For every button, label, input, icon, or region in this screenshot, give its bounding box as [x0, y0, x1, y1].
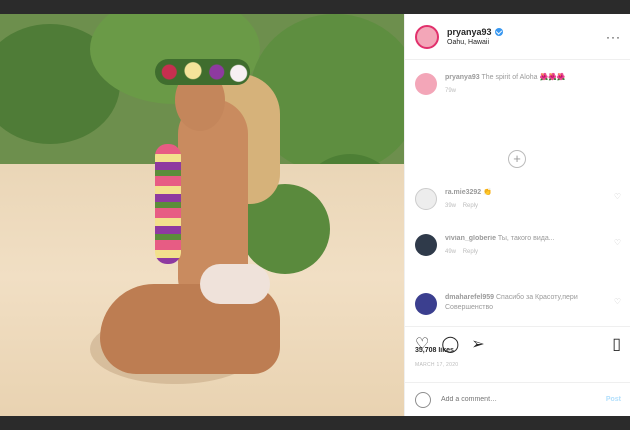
action-bar: ♡ ◯ ➢ ▯ [405, 326, 630, 362]
comment-body: dmaharefel959 Спасибо за Красоту,пери Со… [445, 293, 614, 315]
author-info: pryanya93 Oahu, Hawaii [447, 27, 606, 46]
avatar[interactable] [415, 188, 437, 210]
comment-text: ra.mie3292 👏 [445, 188, 614, 198]
caption-row: pryanya93 The spirit of Aloha 🌺🌺🌺 79w [405, 73, 630, 95]
reply-link[interactable]: Reply [463, 249, 478, 255]
comment-row: ra.mie3292 👏 39w Reply ♡ [405, 188, 630, 210]
comment-like-icon[interactable]: ♡ [614, 238, 621, 256]
likes-count[interactable]: 35,708 likes [415, 347, 454, 354]
comment-username[interactable]: ra.mie3292 [445, 189, 481, 196]
comment-username[interactable]: dmaharefel959 [445, 294, 494, 301]
caption-time: 79w [445, 88, 457, 94]
flower-lei [155, 144, 181, 264]
comment-content: Ты, такого вида... [497, 235, 555, 242]
post-date: MARCH 17, 2020 [415, 362, 459, 368]
post-header: pryanya93 Oahu, Hawaii ··· [405, 14, 630, 60]
comment-like-icon[interactable]: ♡ [614, 192, 621, 210]
caption-username[interactable]: pryanya93 [445, 74, 480, 81]
author-username-text[interactable]: pryanya93 [447, 27, 492, 37]
window-bottom-bar [0, 416, 630, 430]
flower-crown [155, 59, 250, 85]
comment-body: ra.mie3292 👏 39w Reply [445, 188, 614, 210]
bookmark-icon[interactable]: ▯ [612, 336, 621, 353]
comment-time: 39w [445, 203, 457, 209]
comment-input[interactable] [441, 396, 606, 403]
post-modal: pryanya93 Oahu, Hawaii ··· pryanya93 The… [0, 14, 630, 416]
verified-badge-icon [494, 28, 503, 36]
reply-link[interactable]: Reply [463, 203, 478, 209]
post-location[interactable]: Oahu, Hawaii [447, 39, 606, 46]
comment-content: 👏 [483, 189, 492, 196]
post-photo[interactable] [0, 14, 404, 416]
comment-row: dmaharefel959 Спасибо за Красоту,пери Со… [405, 293, 630, 315]
comment-text: dmaharefel959 Спасибо за Красоту,пери Со… [445, 293, 614, 313]
caption-content: The spirit of Aloha 🌺🌺🌺 [481, 74, 566, 81]
load-more-comments-icon[interactable]: + [508, 150, 526, 168]
comment-time: 49w [445, 249, 457, 255]
emoji-icon[interactable] [415, 391, 431, 408]
comment-username[interactable]: vivian_globerie [445, 235, 496, 242]
avatar[interactable] [415, 73, 437, 95]
post-side-panel: pryanya93 Oahu, Hawaii ··· pryanya93 The… [404, 14, 630, 416]
photo-swimwear [200, 264, 270, 304]
comment-like-icon[interactable]: ♡ [614, 297, 621, 315]
author-username[interactable]: pryanya93 [447, 27, 606, 37]
comment-meta: 49w Reply [445, 249, 614, 255]
comment-row: vivian_globerie Ты, такого вида... 49w R… [405, 234, 630, 256]
caption-body: pryanya93 The spirit of Aloha 🌺🌺🌺 79w [445, 73, 621, 95]
comment-body: vivian_globerie Ты, такого вида... 49w R… [445, 234, 614, 256]
comment-text: vivian_globerie Ты, такого вида... [445, 234, 614, 244]
paper-plane-icon[interactable]: ➢ [471, 336, 484, 353]
comments-list: pryanya93 The spirit of Aloha 🌺🌺🌺 79w + … [405, 61, 630, 326]
caption-text: pryanya93 The spirit of Aloha 🌺🌺🌺 [445, 73, 621, 83]
post-button[interactable]: Post [606, 396, 621, 403]
comment-meta: 39w Reply [445, 203, 614, 209]
author-avatar[interactable] [415, 24, 439, 49]
avatar[interactable] [415, 234, 437, 256]
window-top-bar [0, 0, 630, 14]
avatar[interactable] [415, 293, 437, 315]
ellipsis-icon[interactable]: ··· [606, 30, 621, 44]
add-comment-bar: Post [405, 382, 630, 416]
